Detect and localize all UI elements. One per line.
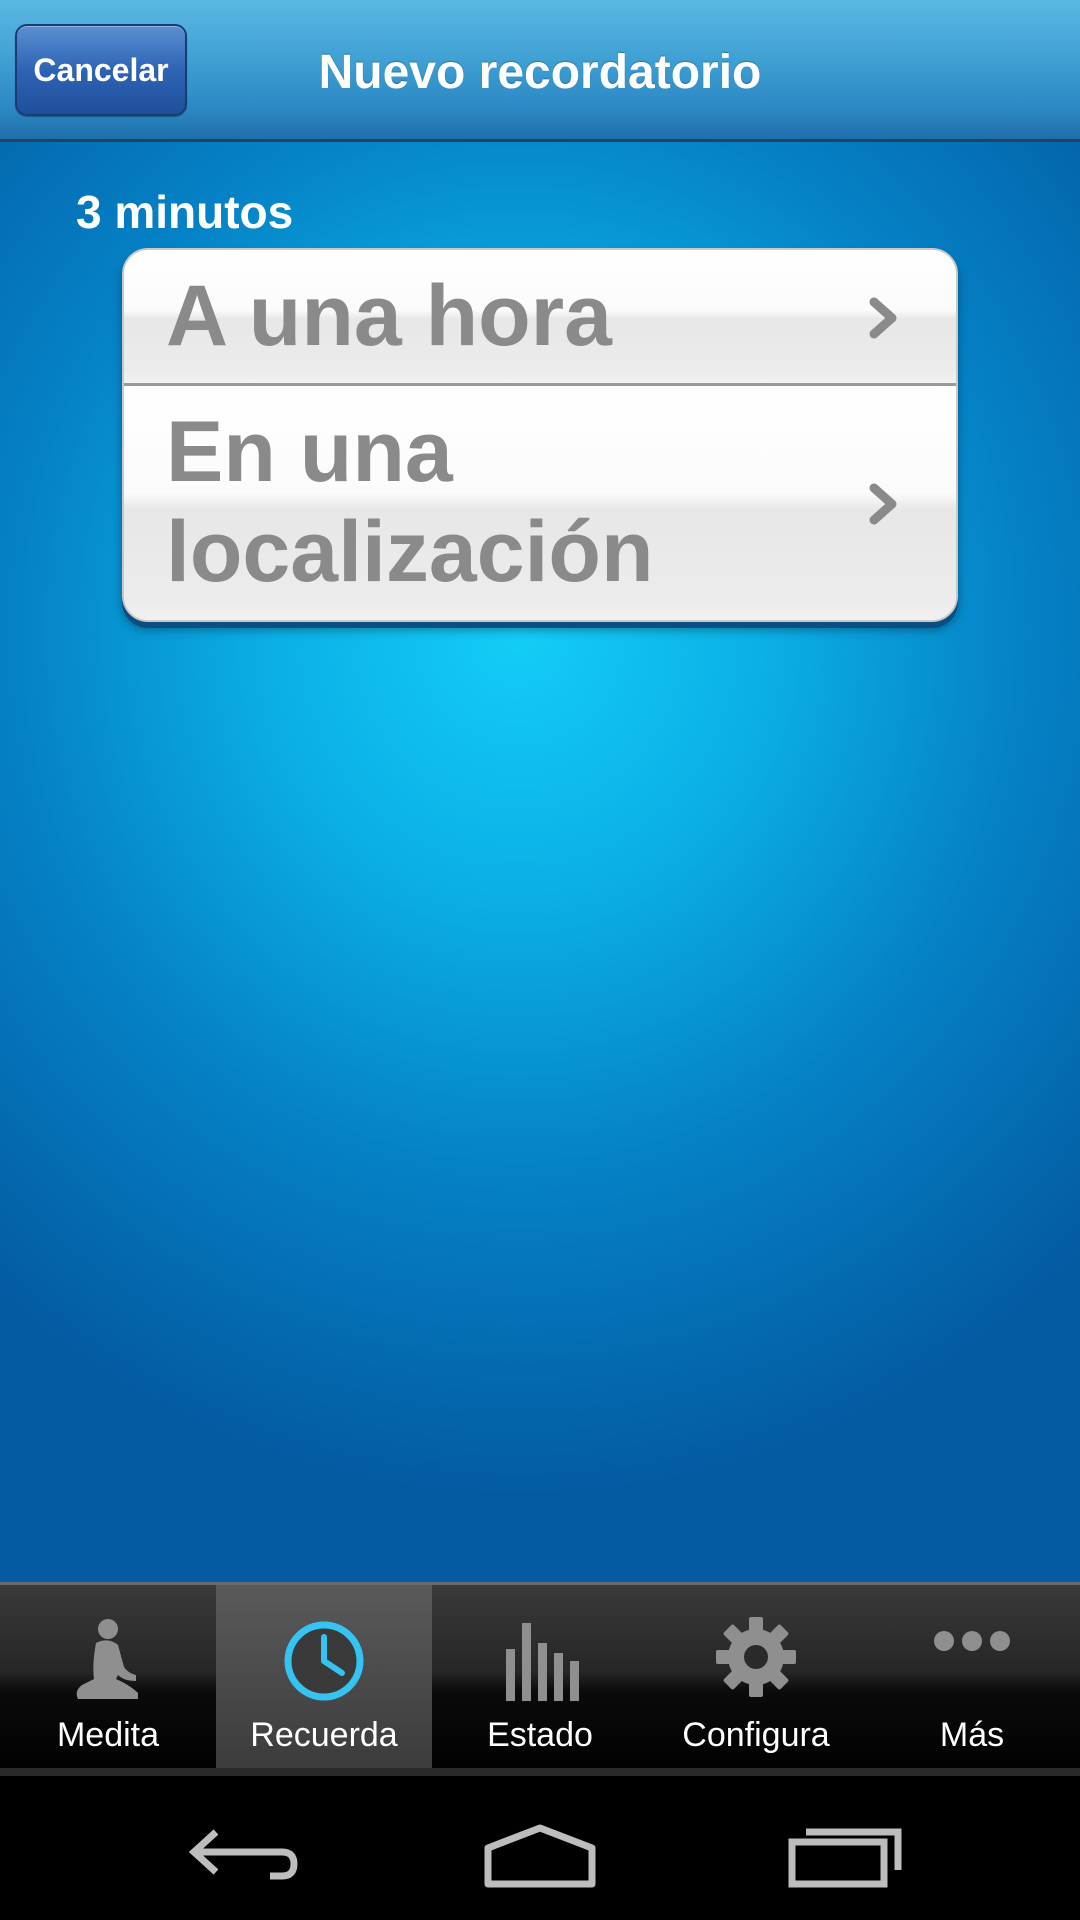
divider: [0, 1768, 1080, 1776]
tab-estado-label: Estado: [487, 1716, 593, 1754]
tab-recuerda[interactable]: Recuerda: [216, 1585, 432, 1778]
tab-configura[interactable]: Configura: [648, 1585, 864, 1778]
main-content: 3 minutos A una hora En una localización: [0, 142, 1080, 1582]
bar-chart-icon: [506, 1623, 579, 1701]
system-navigation-bar: [0, 1776, 1080, 1920]
recent-apps-icon[interactable]: [776, 1806, 916, 1896]
gear-icon: [716, 1617, 796, 1697]
tab-medita-label: Medita: [56, 1716, 160, 1754]
duration-label: 3 minutos: [76, 186, 294, 238]
cancel-button[interactable]: Cancelar: [15, 24, 187, 116]
tab-mas-label: Más: [939, 1716, 1005, 1754]
tab-estado[interactable]: Estado: [432, 1585, 648, 1778]
chevron-right-icon: [869, 483, 897, 525]
reminder-options-list: A una hora En una localización: [122, 248, 958, 622]
meditation-icon: [76, 1619, 138, 1699]
tab-bar: Medita Recuerda Estado Configura Más: [0, 1582, 1080, 1778]
tab-configura-label: Configura: [682, 1716, 830, 1754]
back-icon[interactable]: [170, 1806, 310, 1896]
option-at-time-label: A una hora: [166, 268, 612, 364]
header-bar: Cancelar Nuevo recordatorio: [0, 0, 1080, 142]
clock-icon: [284, 1621, 364, 1701]
option-at-location[interactable]: En una localización: [124, 386, 956, 620]
tab-mas[interactable]: Más: [864, 1585, 1080, 1778]
option-at-time[interactable]: A una hora: [124, 250, 956, 386]
tab-medita[interactable]: Medita: [0, 1585, 216, 1778]
more-dots-icon: [934, 1631, 1010, 1651]
page-title: Nuevo recordatorio: [318, 46, 762, 99]
home-icon[interactable]: [470, 1806, 610, 1896]
chevron-right-icon: [869, 297, 897, 339]
option-at-location-label: En una localización: [166, 404, 654, 600]
tab-recuerda-label: Recuerda: [250, 1716, 398, 1754]
